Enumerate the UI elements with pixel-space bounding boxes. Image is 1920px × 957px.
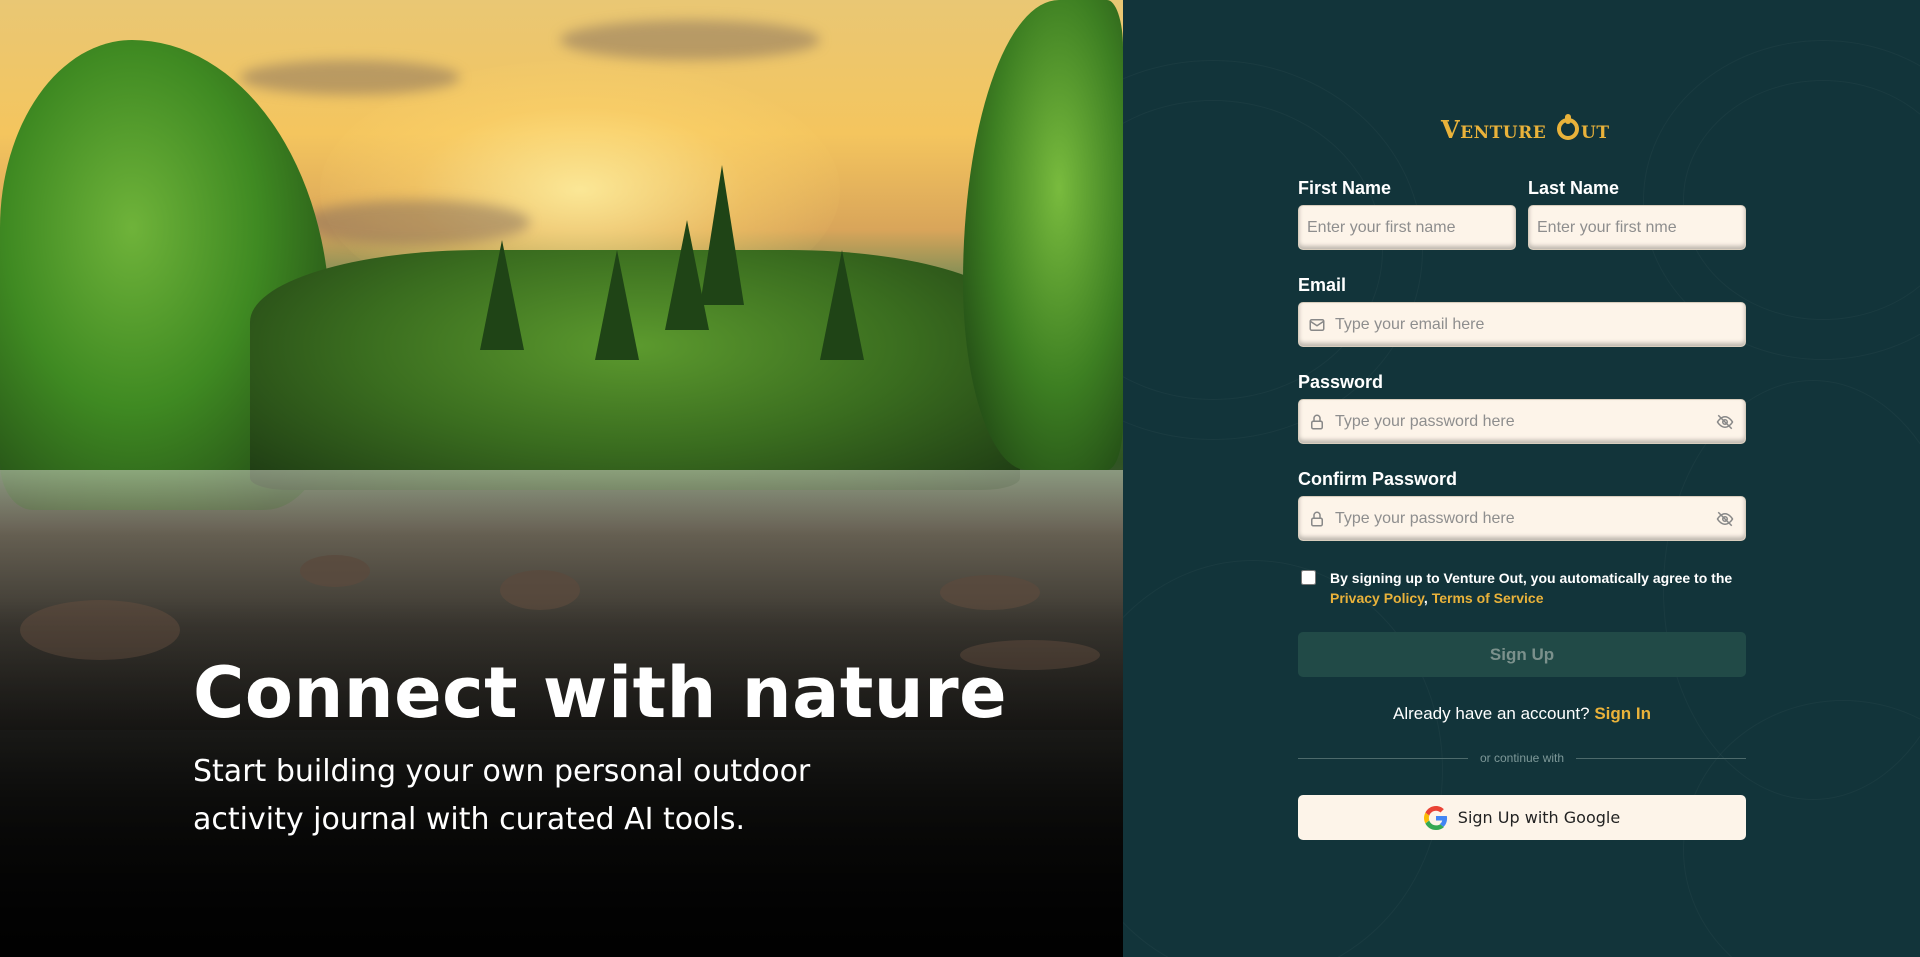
terms-text-block: By signing up to Venture Out, you automa…: [1330, 568, 1732, 608]
last-name-input[interactable]: [1529, 206, 1745, 249]
logo-text-suffix: ut: [1581, 115, 1610, 144]
password-input[interactable]: [1299, 400, 1745, 443]
email-input[interactable]: [1299, 303, 1745, 346]
continue-divider: or continue with: [1298, 751, 1747, 765]
confirm-password-field: [1298, 496, 1746, 541]
terms-agreement: By signing up to Venture Out, you automa…: [1298, 568, 1746, 608]
cloud: [560, 20, 820, 60]
first-name-group: First Name: [1298, 178, 1516, 250]
privacy-policy-link[interactable]: Privacy Policy: [1330, 590, 1424, 606]
first-name-input[interactable]: [1299, 206, 1515, 249]
last-name-field: [1528, 205, 1746, 250]
pine-tree: [665, 220, 709, 330]
terms-of-service-link[interactable]: Terms of Service: [1432, 590, 1544, 606]
lock-icon: [1311, 511, 1323, 527]
rock: [300, 555, 370, 587]
hero-image: Connect with nature Start building your …: [0, 0, 1123, 957]
divider-line: [1576, 757, 1747, 759]
mail-icon: [1309, 319, 1325, 331]
divider-line: [1298, 757, 1468, 759]
first-name-field: [1298, 205, 1516, 250]
last-name-label: Last Name: [1528, 178, 1620, 198]
venture-out-logo: Venture ut: [1441, 114, 1609, 144]
pine-tree: [480, 240, 524, 350]
password-label: Password: [1298, 372, 1384, 392]
have-account-text: Already have an account?: [1393, 704, 1590, 723]
sign-up-button[interactable]: Sign Up: [1298, 632, 1746, 677]
sign-in-link[interactable]: Sign In: [1594, 704, 1651, 723]
confirm-password-input[interactable]: [1299, 497, 1745, 540]
hero-subtitle: Start building your own personal outdoor…: [193, 754, 811, 837]
divider-text: or continue with: [1479, 751, 1565, 765]
cloud: [240, 60, 460, 95]
lock-icon: [1311, 414, 1323, 430]
email-label: Email: [1298, 275, 1347, 295]
google-button-label: Sign Up with Google: [1457, 808, 1621, 827]
cloud: [300, 200, 530, 245]
logo-o-mark: [1557, 114, 1580, 140]
eye-off-icon[interactable]: [1715, 510, 1735, 528]
signup-form: First Name Last Name Email Password: [1298, 178, 1747, 840]
email-field: [1298, 302, 1746, 347]
name-row: First Name Last Name: [1298, 178, 1746, 250]
confirm-password-label: Confirm Password: [1298, 469, 1458, 489]
signup-panel: Venture ut First Name Last Name Email: [1123, 0, 1920, 957]
hero-title: Connect with nature: [193, 652, 1008, 734]
eye-off-icon[interactable]: [1715, 413, 1735, 431]
first-name-label: First Name: [1298, 178, 1392, 198]
terms-checkbox[interactable]: [1301, 570, 1316, 585]
pine-tree: [820, 250, 864, 360]
tree-canopy-right: [963, 0, 1123, 470]
google-icon: [1423, 805, 1447, 830]
google-sign-up-button[interactable]: Sign Up with Google: [1298, 795, 1746, 840]
terms-separator: ,: [1423, 590, 1428, 606]
password-field: [1298, 399, 1746, 444]
last-name-group: Last Name: [1528, 178, 1746, 250]
terms-text: By signing up to Venture Out, you automa…: [1330, 570, 1733, 586]
have-account-row: Already have an account? Sign In: [1298, 704, 1746, 724]
logo-text-prefix: Venture: [1441, 115, 1556, 144]
pine-tree: [595, 250, 639, 360]
